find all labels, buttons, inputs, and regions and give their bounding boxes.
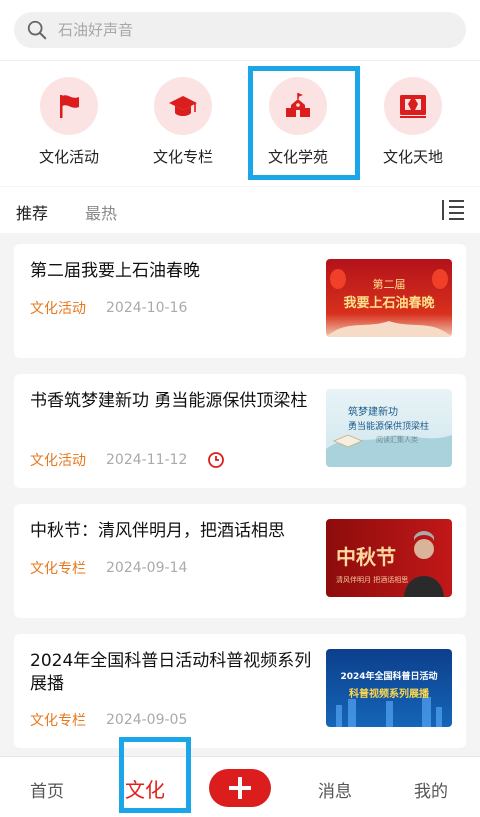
feed-tabs: 推荐 最热	[0, 187, 480, 233]
add-button[interactable]	[209, 769, 271, 807]
category-label: 文化活动	[38, 148, 99, 166]
category-label: 文化天地	[382, 148, 443, 166]
thumb-line1: 筑梦建新功	[348, 407, 398, 418]
category-label: 文化学苑	[267, 148, 328, 166]
category-culture-column[interactable]: 文化专栏	[128, 77, 238, 167]
flag-icon-circle	[40, 77, 98, 135]
list-menu-icon[interactable]	[440, 197, 466, 223]
article-meta: 文化活动 2024-11-12	[30, 450, 225, 470]
flag-icon	[60, 95, 79, 118]
search-icon	[27, 20, 47, 40]
thumb-line2: 清风伴明月 把酒话相思	[336, 576, 409, 584]
thumb-line3: 阅读汇集人类	[376, 436, 418, 444]
nav-culture[interactable]: 文化	[125, 774, 165, 803]
article-meta: 文化专栏 2024-09-14	[30, 558, 187, 578]
tab-hottest[interactable]: 最热	[85, 200, 117, 224]
tab-recommended[interactable]: 推荐	[16, 200, 48, 224]
article-tag: 文化活动	[30, 453, 86, 469]
article-title: 书香筑梦建新功 勇当能源保供顶梁柱	[30, 391, 308, 411]
thumb-line1: 2024年全国科普日活动	[340, 672, 438, 682]
thumb-line2: 我要上石油春晚	[343, 296, 435, 311]
article-title: 2024年全国科普日活动科普视频系列展播	[30, 651, 312, 694]
article-card[interactable]: 2024年全国科普日活动科普视频系列展播 文化专栏 2024-09-05 202…	[14, 634, 466, 748]
thumb-line2: 勇当能源保供顶梁柱	[348, 422, 430, 432]
school-building-icon	[286, 93, 310, 117]
article-tag: 文化活动	[30, 301, 86, 317]
search-input[interactable]	[58, 21, 418, 39]
category-culture-academy[interactable]: 文化学苑	[243, 77, 353, 167]
category-label: 文化专栏	[152, 148, 213, 166]
article-thumbnail: 2024年全国科普日活动 科普视频系列展播	[326, 649, 452, 727]
article-tag: 文化专栏	[30, 713, 86, 729]
category-culture-world[interactable]: 文化天地	[358, 77, 468, 167]
nav-home[interactable]: 首页	[30, 777, 64, 802]
top-bar	[0, 0, 480, 60]
category-culture-activity[interactable]: 文化活动	[14, 77, 124, 167]
article-card[interactable]: 中秋节：清风伴明月，把酒话相思 文化专栏 2024-09-14 中秋节 清风伴明…	[14, 504, 466, 618]
article-date: 2024-09-05	[106, 712, 188, 728]
graduation-cap-icon	[169, 96, 197, 116]
article-card[interactable]: 第二届我要上石油春晚 文化活动 2024-10-16 第二届 我要上石油春晚	[14, 244, 466, 358]
article-date: 2024-11-12	[106, 452, 188, 468]
search-bar[interactable]	[14, 12, 466, 48]
article-meta: 文化活动 2024-10-16	[30, 298, 187, 318]
nav-messages[interactable]: 消息	[318, 777, 352, 802]
article-meta: 文化专栏 2024-09-05	[30, 710, 187, 730]
bottom-nav: 首页 文化 消息 我的	[0, 756, 480, 817]
article-thumbnail: 筑梦建新功 勇当能源保供顶梁柱 阅读汇集人类	[326, 389, 452, 467]
clock-icon	[208, 452, 225, 468]
school-building-icon-circle	[269, 77, 327, 135]
article-date: 2024-09-14	[106, 560, 188, 576]
thumb-line1: 中秋节	[336, 545, 396, 569]
graduation-cap-icon-circle	[154, 77, 212, 135]
plus-icon	[229, 777, 251, 799]
article-title: 中秋节：清风伴明月，把酒话相思	[30, 521, 285, 541]
thumb-line2: 科普视频系列展播	[349, 689, 429, 700]
article-card[interactable]: 书香筑梦建新功 勇当能源保供顶梁柱 文化活动 2024-11-12 筑梦建新功 …	[14, 374, 466, 488]
category-row: 文化活动 文化专栏 文化学苑 文化天地	[0, 60, 480, 186]
article-date: 2024-10-16	[106, 300, 188, 316]
article-thumbnail: 中秋节 清风伴明月 把酒话相思	[326, 519, 452, 597]
book-icon	[400, 95, 426, 118]
article-thumbnail: 第二届 我要上石油春晚	[326, 259, 452, 337]
article-tag: 文化专栏	[30, 561, 86, 577]
thumb-line1: 第二届	[372, 278, 406, 291]
book-icon-circle	[384, 77, 442, 135]
nav-profile[interactable]: 我的	[414, 777, 448, 802]
article-title: 第二届我要上石油春晚	[30, 261, 200, 281]
